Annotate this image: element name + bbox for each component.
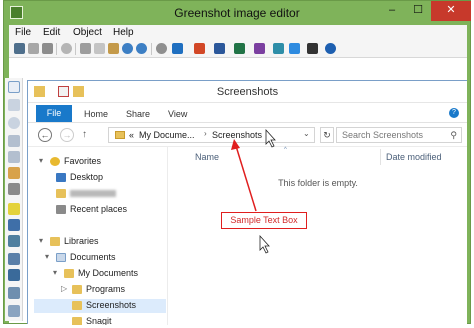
mouse-cursor-icon: [265, 128, 276, 148]
arrow-line[interactable]: [235, 145, 257, 212]
annotation-layer: [231, 128, 276, 254]
annotation-arrow[interactable]: [231, 139, 257, 212]
arrowhead[interactable]: [231, 139, 240, 150]
annotation-text-box[interactable]: Sample Text Box: [221, 212, 307, 229]
mouse-cursor-icon: [259, 234, 270, 254]
